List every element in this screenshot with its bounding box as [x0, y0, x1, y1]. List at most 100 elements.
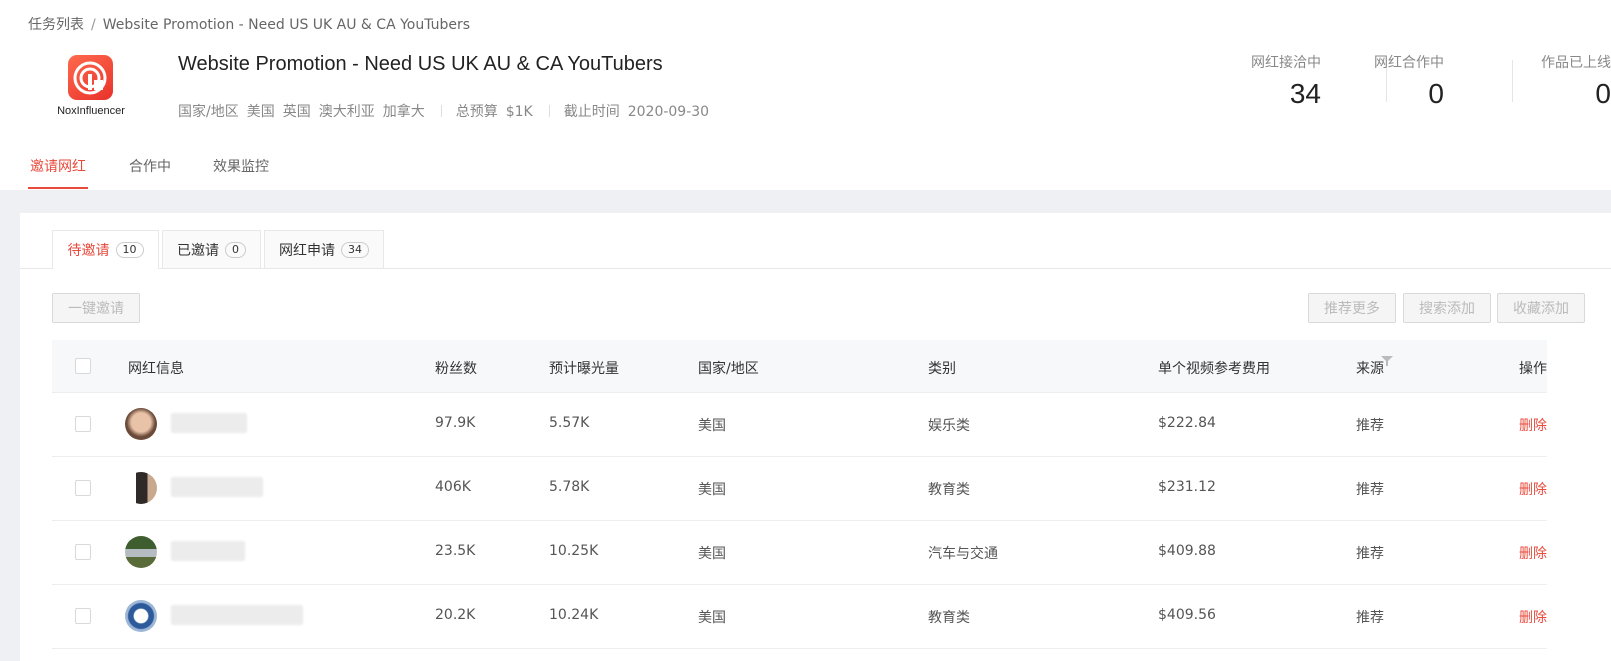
breadcrumb-current: Website Promotion - Need US UK AU & CA Y…: [102, 17, 471, 33]
source-cell: 推荐: [1356, 418, 1384, 434]
breadcrumb: 任务列表 / Website Promotion - Need US UK AU &…: [28, 14, 470, 34]
row-checkbox[interactable]: [75, 608, 91, 624]
stat-cooperating: 网红合作中 0: [1374, 52, 1444, 110]
source-cell: 推荐: [1356, 546, 1384, 562]
stat-label: 网红接洽中: [1251, 55, 1321, 71]
header-region: 国家/地区: [698, 361, 759, 377]
task-header: 任务列表 / Website Promotion - Need US UK AU &…: [0, 0, 1611, 190]
exposure-cell: 5.57K: [549, 415, 590, 431]
influencer-name-redacted[interactable]: [171, 541, 245, 561]
task-title: Website Promotion - Need US UK AU & CA Y…: [178, 53, 663, 75]
brand-logo: NoxInfluencer: [53, 55, 125, 125]
deadline-value: 2020-09-30: [627, 104, 710, 120]
active-tab-indicator: [28, 187, 88, 189]
table-row: 406K 5.78K 美国 教育类 $231.12 推荐 删除: [52, 457, 1547, 521]
select-all-checkbox[interactable]: [75, 358, 91, 374]
region-cell: 美国: [698, 546, 726, 562]
subtab-label: 网红申请: [279, 242, 335, 259]
subtab-invited[interactable]: 已邀请 0: [162, 230, 261, 268]
exposure-cell: 10.24K: [549, 607, 599, 623]
row-checkbox[interactable]: [75, 480, 91, 496]
followers-cell: 406K: [435, 479, 471, 495]
region-cell: 美国: [698, 610, 726, 626]
source-cell: 推荐: [1356, 482, 1384, 498]
avatar[interactable]: [125, 600, 157, 632]
budget-value: $1K: [505, 104, 533, 120]
logo-icon: [68, 55, 113, 100]
region-cell: 美国: [698, 418, 726, 434]
count-badge: 34: [341, 241, 369, 258]
delete-link[interactable]: 删除: [1519, 543, 1547, 563]
avatar[interactable]: [125, 472, 157, 504]
header-exposure: 预计曝光量: [549, 361, 619, 377]
region-label: 国家/地区: [178, 104, 239, 120]
count-badge: 10: [115, 242, 144, 258]
row-checkbox[interactable]: [75, 416, 91, 432]
delete-link[interactable]: 删除: [1519, 607, 1547, 627]
invite-all-button[interactable]: 一键邀请: [52, 293, 140, 323]
category-cell: 教育类: [928, 482, 970, 498]
avatar[interactable]: [125, 536, 157, 568]
deadline-label: 截止时间: [563, 104, 620, 120]
tab-performance[interactable]: 效果监控: [213, 156, 269, 176]
task-meta: 国家/地区 美国 英国 澳大利亚 加拿大 总预算 $1K 截止时间 2020-09-30: [178, 101, 717, 121]
followers-cell: 97.9K: [435, 415, 476, 431]
header-followers: 粉丝数: [435, 361, 477, 377]
stat-value: 0: [1428, 78, 1444, 109]
price-cell: $409.56: [1158, 607, 1216, 623]
recommend-more-button[interactable]: 推荐更多: [1308, 293, 1396, 323]
breadcrumb-separator: /: [91, 17, 96, 33]
region-us: 美国: [246, 104, 275, 120]
meta-divider: [440, 105, 442, 117]
followers-cell: 23.5K: [435, 543, 476, 559]
tab-cooperating[interactable]: 合作中: [129, 156, 171, 176]
exposure-cell: 10.25K: [549, 543, 599, 559]
region-uk: 英国: [282, 104, 311, 120]
subtab-pending[interactable]: 待邀请 10: [52, 230, 159, 269]
header-price: 单个视频参考费用: [1158, 361, 1270, 377]
logo-text: NoxInfluencer: [57, 105, 125, 117]
stat-label: 作品已上线: [1541, 55, 1611, 71]
stat-value: 34: [1289, 78, 1321, 109]
subtab-label: 待邀请: [67, 243, 110, 259]
subtab-applications[interactable]: 网红申请 34: [264, 230, 384, 268]
tab-invite-influencers[interactable]: 邀请网红: [30, 156, 86, 176]
table-row: 20.2K 10.24K 美国 教育类 $409.56 推荐 删除: [52, 585, 1547, 649]
header-info: 网红信息: [128, 361, 184, 377]
table-row: 23.5K 10.25K 美国 汽车与交通 $409.88 推荐 删除: [52, 521, 1547, 585]
influencer-name-redacted[interactable]: [171, 477, 263, 497]
category-cell: 教育类: [928, 610, 970, 626]
subtabs-divider: [20, 268, 1611, 269]
exposure-cell: 5.78K: [549, 479, 590, 495]
source-cell: 推荐: [1356, 610, 1384, 626]
filter-icon[interactable]: [1381, 356, 1393, 366]
search-add-button[interactable]: 搜索添加: [1403, 293, 1491, 323]
breadcrumb-root-link[interactable]: 任务列表: [28, 17, 84, 33]
influencer-name-redacted[interactable]: [171, 413, 247, 433]
row-checkbox[interactable]: [75, 544, 91, 560]
influencer-name-redacted[interactable]: [171, 605, 303, 625]
delete-link[interactable]: 删除: [1519, 415, 1547, 435]
avatar[interactable]: [125, 408, 157, 440]
stat-divider: [1512, 60, 1513, 102]
content-card: 待邀请 10 已邀请 0 网红申请 34 一键邀请 推荐更多 搜索添加 收藏添加 网红…: [20, 213, 1611, 661]
region-au: 澳大利亚: [318, 104, 375, 120]
followers-cell: 20.2K: [435, 607, 476, 623]
header-action: 操作: [1519, 361, 1547, 377]
table-row: 97.9K 5.57K 美国 娱乐类 $222.84 推荐 删除: [52, 393, 1547, 457]
stat-label: 网红合作中: [1374, 55, 1444, 71]
stat-negotiating: 网红接洽中 34: [1251, 52, 1321, 110]
price-cell: $222.84: [1158, 415, 1216, 431]
region-cell: 美国: [698, 482, 726, 498]
category-cell: 汽车与交通: [928, 546, 998, 562]
subtab-label: 已邀请: [177, 242, 219, 259]
favorite-add-button[interactable]: 收藏添加: [1497, 293, 1585, 323]
header-category: 类别: [928, 361, 956, 377]
budget-label: 总预算: [455, 104, 498, 120]
delete-link[interactable]: 删除: [1519, 479, 1547, 499]
price-cell: $409.88: [1158, 543, 1216, 559]
meta-divider: [548, 105, 550, 117]
region-ca: 加拿大: [382, 104, 425, 120]
price-cell: $231.12: [1158, 479, 1216, 495]
count-badge: 0: [225, 241, 246, 258]
